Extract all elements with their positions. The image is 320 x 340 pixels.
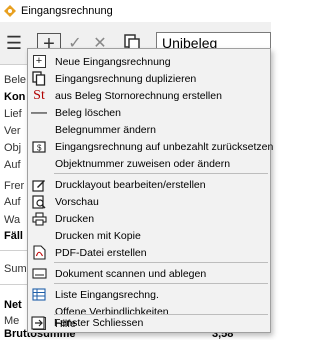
printer-icon: [30, 211, 48, 227]
menu-item-label: Belegnummer ändern: [55, 123, 156, 136]
menu-item-label: aus Beleg Stornorechnung erstellen: [55, 89, 222, 102]
copy-icon: [30, 71, 48, 87]
form-label: Ver: [4, 125, 21, 137]
app-icon: [4, 5, 16, 17]
preview-icon: [30, 194, 48, 210]
menu-item-change-number[interactable]: Belegnummer ändern: [28, 121, 270, 138]
window-title: Eingangsrechnung: [21, 5, 113, 17]
menu-item-label: Drucklayout bearbeiten/erstellen: [55, 178, 206, 191]
menu-separator: [54, 173, 268, 174]
form-label: Fäll: [4, 230, 23, 242]
hamburger-menu-icon[interactable]: ☰: [2, 32, 26, 54]
money-reset-icon: $: [30, 139, 48, 155]
menu-item-label: Vorschau: [55, 195, 99, 208]
exit-icon: [29, 315, 47, 331]
svg-text:$: $: [37, 143, 42, 152]
menu-item-preview[interactable]: Vorschau: [28, 193, 270, 210]
sum-label: Sum: [4, 263, 27, 275]
menu-item-label: Liste Eingangsrechng.: [55, 288, 159, 301]
menu-item-duplicate[interactable]: Eingangsrechnung duplizieren: [28, 70, 270, 87]
menu-item-print[interactable]: Drucken: [28, 210, 270, 227]
menu-item-label: Fenster Schliessen: [54, 316, 144, 329]
menu-item-delete[interactable]: — Beleg löschen: [28, 104, 270, 121]
form-label: Auf: [4, 159, 21, 171]
form-label: Me: [4, 315, 20, 327]
edit-layout-icon: [30, 177, 48, 193]
form-label: Wa: [4, 214, 21, 226]
menu-item-label: PDF-Datei erstellen: [55, 246, 147, 259]
pdf-icon: [30, 245, 48, 261]
menu-item-invoice-list[interactable]: Liste Eingangsrechng.: [28, 286, 270, 303]
menu-item-label: Drucken mit Kopie: [55, 229, 141, 242]
menu-item-edit-layout[interactable]: Drucklayout bearbeiten/erstellen: [28, 176, 270, 193]
plus-icon: +: [30, 54, 48, 70]
minus-icon: —: [31, 103, 47, 121]
menu-item-label: Eingangsrechnung auf unbezahlt zurückset…: [55, 140, 274, 153]
storno-icon: St: [33, 87, 45, 103]
list-icon: [30, 287, 48, 303]
menu-item-label: Beleg löschen: [55, 106, 121, 119]
form-label: Obj: [4, 142, 22, 154]
form-label: Lief: [4, 108, 22, 120]
menu-item-close-window[interactable]: Fenster Schliessen: [27, 314, 269, 331]
scanner-icon: [30, 266, 48, 282]
menu-separator: [54, 262, 268, 263]
menu-item-print-copy[interactable]: Drucken mit Kopie: [28, 227, 270, 244]
menu-separator: [54, 283, 268, 284]
menu-item-assign-object[interactable]: Objektnummer zuweisen oder ändern: [28, 155, 270, 172]
menu-item-new-invoice[interactable]: + Neue Eingangsrechnung: [28, 53, 270, 70]
menu-item-label: Dokument scannen und ablegen: [55, 267, 207, 280]
menu-item-scan[interactable]: Dokument scannen und ablegen: [28, 265, 270, 282]
menu-item-storno[interactable]: St aus Beleg Stornorechnung erstellen: [28, 87, 270, 104]
menu-item-label: Objektnummer zuweisen oder ändern: [55, 157, 231, 170]
form-label: Kon: [4, 91, 26, 103]
form-label: Frer: [4, 180, 25, 192]
title-bar: Eingangsrechnung: [0, 0, 271, 23]
menu-item-pdf[interactable]: PDF-Datei erstellen: [28, 244, 270, 261]
context-menu: + Neue Eingangsrechnung Eingangsrechnung…: [27, 48, 274, 333]
form-label: Auf: [4, 196, 21, 208]
menu-item-label: Drucken: [55, 212, 95, 225]
menu-item-label: Neue Eingangsrechnung: [55, 55, 171, 68]
form-label: Bele: [4, 74, 27, 86]
net-label: Net: [4, 299, 22, 311]
menu-item-label: Eingangsrechnung duplizieren: [55, 72, 197, 85]
menu-item-reset-unpaid[interactable]: $ Eingangsrechnung auf unbezahlt zurücks…: [28, 138, 274, 155]
